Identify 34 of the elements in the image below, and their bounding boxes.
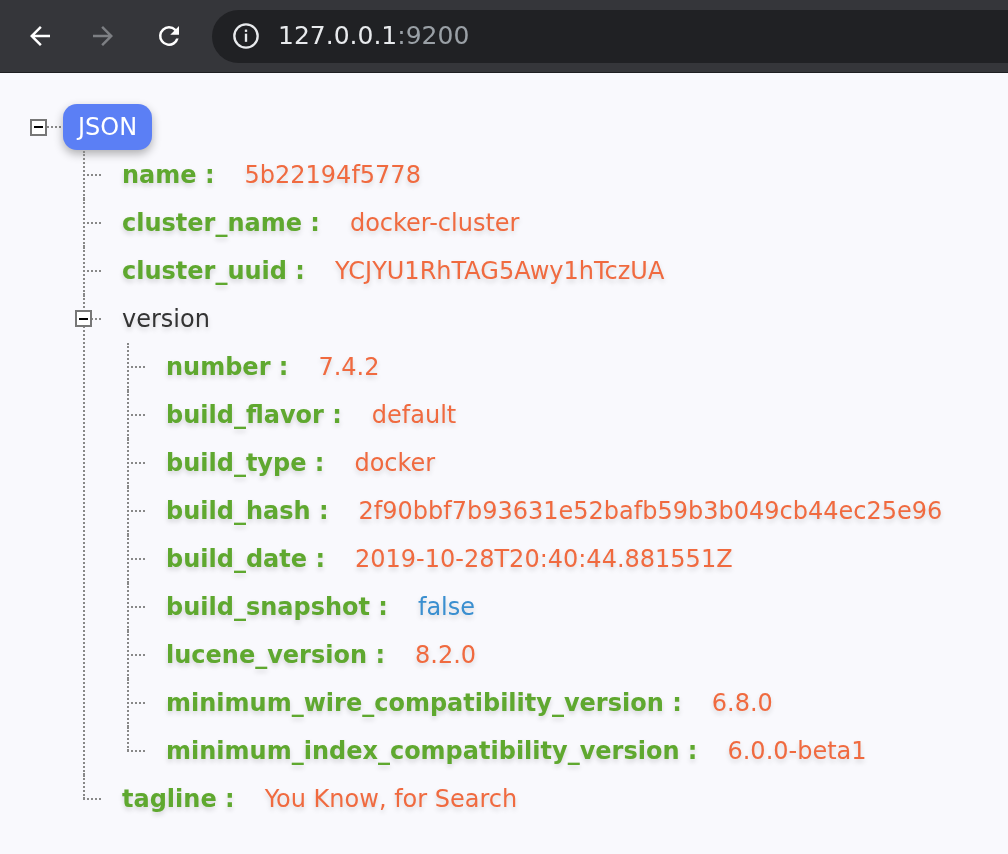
field-key: tagline : <box>122 781 235 817</box>
field-value: 5b22194f5778 <box>244 160 421 191</box>
field-value: docker-cluster <box>349 208 520 239</box>
collapse-toggle[interactable] <box>30 118 47 136</box>
field-value: 7.4.2 <box>318 352 380 383</box>
field-key: build_flavor : <box>166 397 342 433</box>
field-value: false <box>417 592 476 623</box>
field-key: minimum_index_compatibility_version : <box>166 733 698 769</box>
address-bar[interactable]: 127.0.0.1:9200 <box>212 9 1008 63</box>
field-key: number : <box>166 349 289 385</box>
field-value: YCJYU1RhTAG5Awy1hTczUA <box>334 256 665 287</box>
root-label: JSON <box>63 104 153 150</box>
field-value: 2019-10-28T20:40:44.881551Z <box>355 544 733 575</box>
url-host: 127.0.0.1 <box>278 20 398 53</box>
field-key: build_hash : <box>166 493 329 529</box>
field-value: 6.0.0-beta1 <box>727 736 867 767</box>
collapse-toggle[interactable] <box>75 310 92 327</box>
field-key: minimum_wire_compatibility_version : <box>166 685 682 721</box>
field-key: name : <box>122 157 215 193</box>
url-port: :9200 <box>397 20 470 53</box>
info-icon <box>232 22 260 50</box>
field-key: cluster_uuid : <box>122 253 305 289</box>
field-key: cluster_name : <box>122 205 320 241</box>
field-value: 2f90bbf7b93631e52bafb59b3b049cb44ec25e96 <box>358 496 943 527</box>
field-key: build_type : <box>166 445 325 481</box>
field-key: lucene_version : <box>166 637 385 673</box>
field-value: docker <box>354 448 436 479</box>
field-value: 8.2.0 <box>415 640 477 671</box>
field-key: build_date : <box>166 541 325 577</box>
field-value: You Know, for Search <box>264 784 518 815</box>
field-value: 6.8.0 <box>711 688 773 719</box>
field-key: build_snapshot : <box>166 589 388 625</box>
field-value: default <box>371 400 457 431</box>
object-key: version <box>122 301 210 337</box>
